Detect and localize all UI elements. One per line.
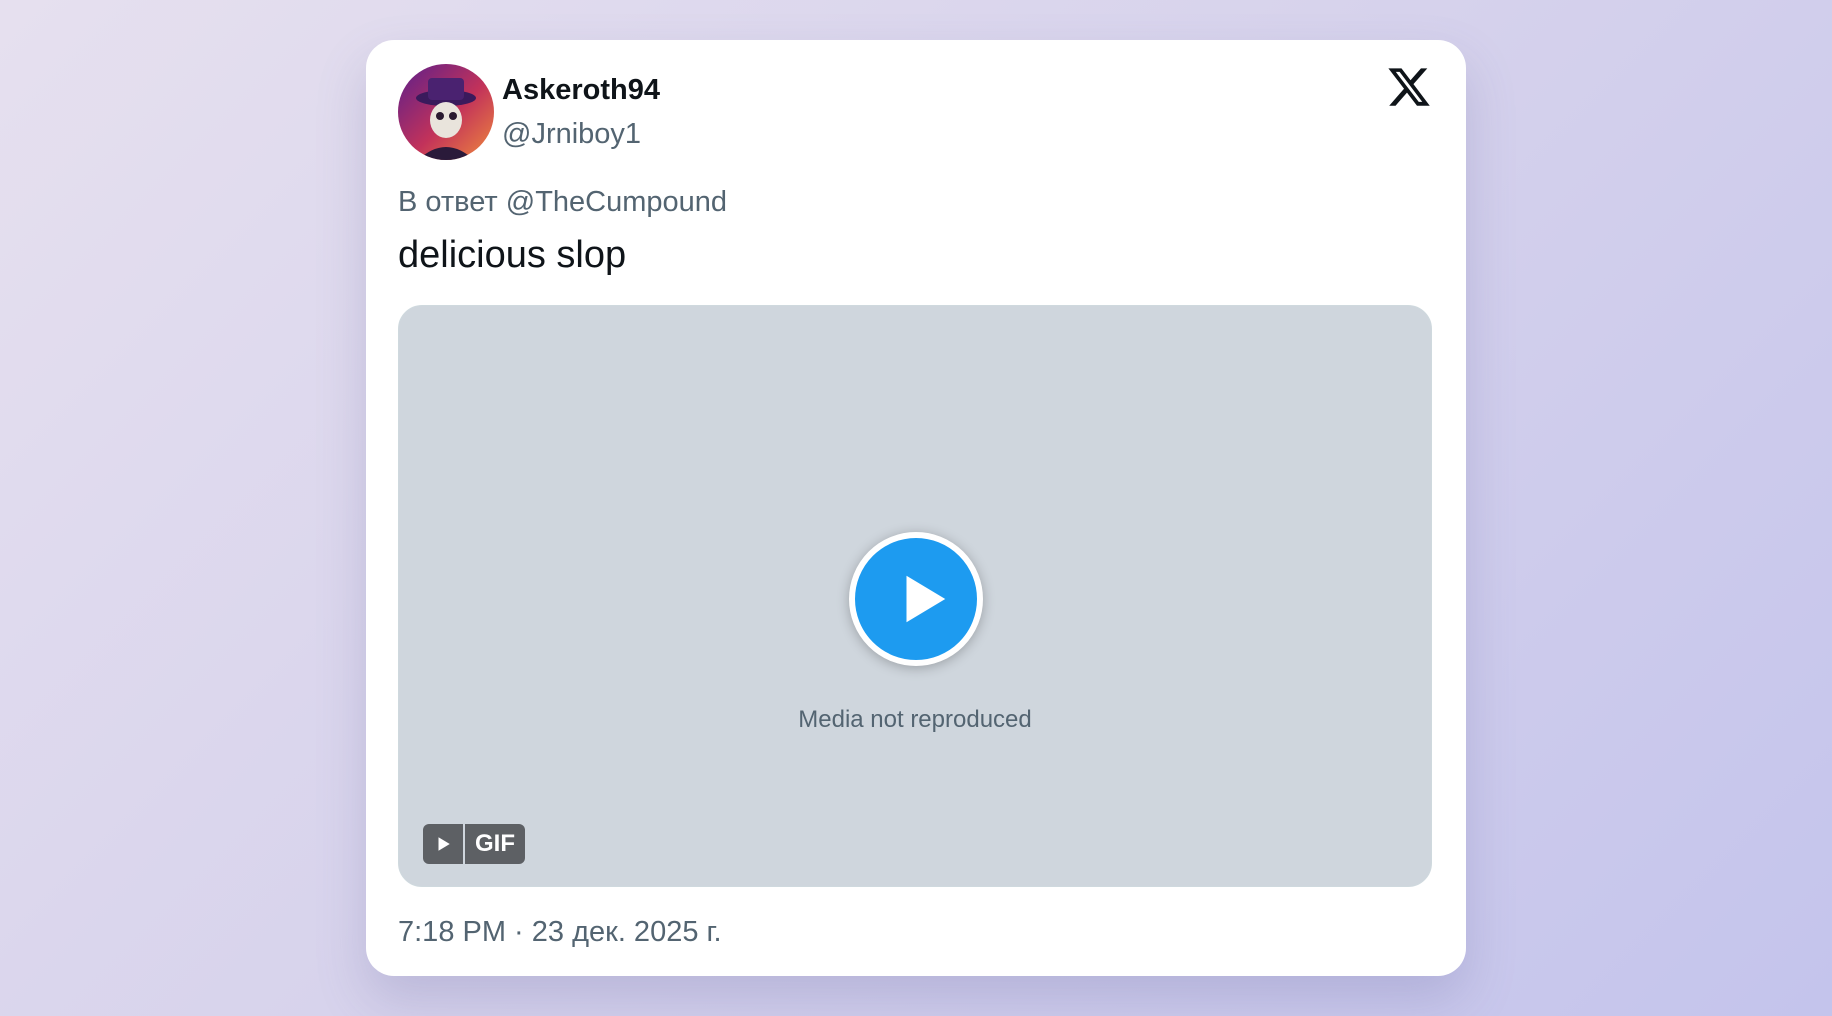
tweet-media[interactable]: Media not reproduced GIF: [398, 305, 1432, 887]
reply-to-line[interactable]: В ответ @TheCumpound: [398, 186, 727, 219]
tweet-card: Askeroth94 @Jrniboy1 В ответ @TheCumpoun…: [366, 40, 1466, 976]
play-button[interactable]: [849, 532, 983, 666]
badge-play-icon: [423, 824, 463, 864]
gif-badge: GIF: [423, 824, 525, 864]
avatar-image: [416, 78, 476, 160]
avatar[interactable]: [398, 64, 494, 160]
user-handle[interactable]: @Jrniboy1: [502, 118, 641, 151]
tweet-timestamp[interactable]: 7:18 PM · 23 дек. 2025 г.: [398, 916, 722, 949]
tweet-text: delicious slop: [398, 234, 627, 276]
play-icon: [906, 575, 946, 623]
gif-label: GIF: [465, 824, 525, 864]
x-logo-icon[interactable]: [1386, 64, 1432, 110]
display-name[interactable]: Askeroth94: [502, 74, 660, 107]
media-placeholder-note: Media not reproduced: [798, 706, 1032, 733]
